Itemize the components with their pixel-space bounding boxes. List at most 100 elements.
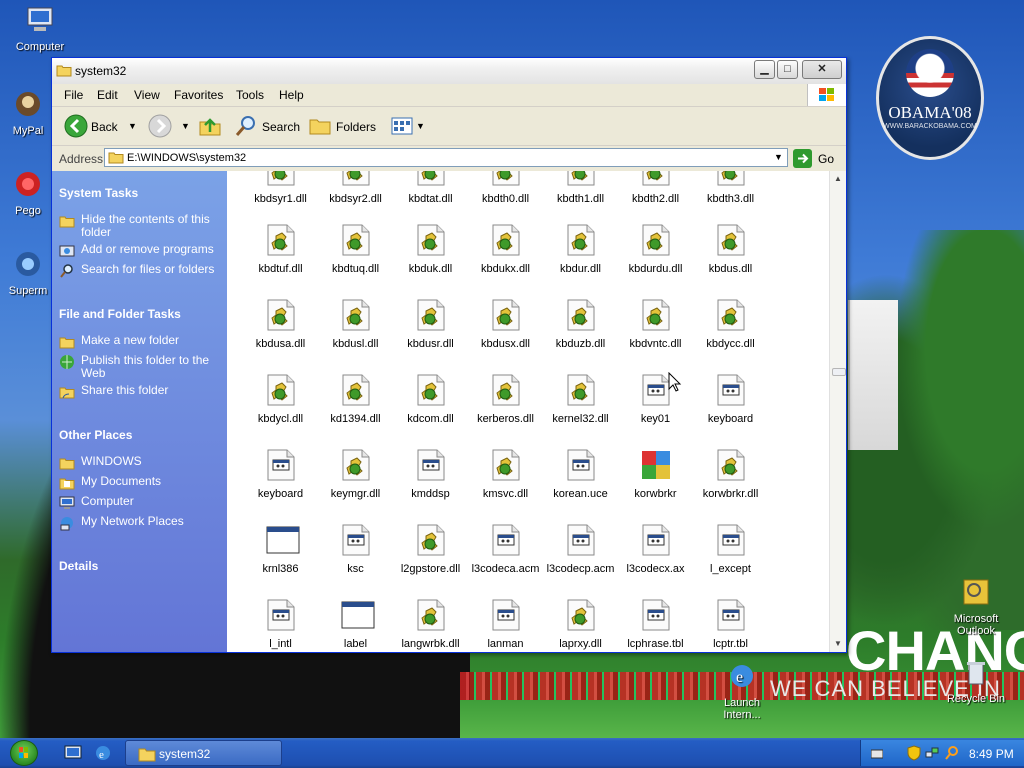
file-item[interactable]: laprxy.dll xyxy=(543,599,618,652)
file-item[interactable]: kmsvc.dll xyxy=(468,449,543,519)
file-item[interactable]: l3codecx.ax xyxy=(618,524,693,594)
scroll-down-icon[interactable]: ▼ xyxy=(830,636,846,652)
back-dropdown-icon[interactable]: ▼ xyxy=(128,121,137,131)
back-button[interactable]: Back ▼ xyxy=(62,113,138,139)
file-item[interactable]: l_except xyxy=(693,524,768,594)
folders-button[interactable]: Folders xyxy=(308,113,378,139)
file-item[interactable]: kbduzb.dll xyxy=(543,299,618,369)
menu-file[interactable]: File xyxy=(64,88,83,102)
details-header[interactable]: Details xyxy=(59,559,98,573)
close-button[interactable]: ✕ xyxy=(802,60,842,79)
show-desktop-icon[interactable] xyxy=(64,744,82,762)
menu-tools[interactable]: Tools xyxy=(236,88,264,102)
security-shield-icon[interactable] xyxy=(907,745,921,761)
share-folder-link[interactable]: Share this folder xyxy=(59,384,224,399)
file-item[interactable]: ksc xyxy=(318,524,393,594)
file-folder-tasks-header[interactable]: File and Folder Tasks xyxy=(59,307,181,321)
file-item[interactable]: korwbrkr xyxy=(618,449,693,519)
file-item[interactable]: korean.uce xyxy=(543,449,618,519)
file-item[interactable]: korwbrkr.dll xyxy=(693,449,768,519)
scroll-thumb[interactable] xyxy=(832,368,846,376)
system-tasks-header[interactable]: System Tasks xyxy=(59,186,138,200)
forward-dropdown-icon[interactable]: ▼ xyxy=(181,121,190,131)
desktop-icon-recycle-bin[interactable]: Recycle Bin xyxy=(940,656,1012,705)
file-item[interactable]: l_intl xyxy=(243,599,318,652)
menu-view[interactable]: View xyxy=(134,88,160,102)
file-item[interactable]: kbdtuq.dll xyxy=(318,224,393,294)
start-button[interactable] xyxy=(10,740,38,766)
file-item[interactable]: kdcom.dll xyxy=(393,374,468,444)
up-folder-button[interactable] xyxy=(198,113,224,139)
desktop-icon-superm[interactable]: Superm xyxy=(0,248,56,297)
menu-favorites[interactable]: Favorites xyxy=(174,88,223,102)
file-item[interactable]: lcphrase.tbl xyxy=(618,599,693,652)
file-item[interactable]: kbdsyr2.dll xyxy=(318,171,393,224)
file-item[interactable]: kbdycl.dll xyxy=(243,374,318,444)
menu-help[interactable]: Help xyxy=(279,88,304,102)
file-item[interactable]: kbdus.dll xyxy=(693,224,768,294)
file-item[interactable]: kbdvntc.dll xyxy=(618,299,693,369)
file-item[interactable]: krnl386 xyxy=(243,524,318,594)
file-item[interactable]: kbdusx.dll xyxy=(468,299,543,369)
address-dropdown-icon[interactable]: ▼ xyxy=(770,149,787,166)
file-item[interactable]: langwrbk.dll xyxy=(393,599,468,652)
file-item[interactable]: kbdusr.dll xyxy=(393,299,468,369)
desktop-icon-outlook[interactable]: Microsoft Outlook xyxy=(940,576,1012,637)
other-place-computer[interactable]: Computer xyxy=(59,495,224,509)
other-place-my-documents[interactable]: My Documents xyxy=(59,475,224,490)
file-item[interactable]: kbdtuf.dll xyxy=(243,224,318,294)
forward-button[interactable]: ▼ xyxy=(148,113,192,139)
desktop-icon-computer[interactable]: Computer xyxy=(4,4,76,53)
file-item[interactable]: lcptr.tbl xyxy=(693,599,768,652)
file-item[interactable]: keymgr.dll xyxy=(318,449,393,519)
views-button[interactable]: ▼ xyxy=(390,113,426,139)
file-item[interactable]: kbdusl.dll xyxy=(318,299,393,369)
other-place-network[interactable]: My Network Places xyxy=(59,515,224,531)
desktop-icon-pego[interactable]: Pego xyxy=(0,168,56,217)
file-item[interactable]: kbdth2.dll xyxy=(618,171,693,224)
file-item[interactable]: lanman xyxy=(468,599,543,652)
desktop-icon-ie[interactable]: e Launch Intern... xyxy=(706,660,778,721)
file-item[interactable]: kbduk.dll xyxy=(393,224,468,294)
make-new-folder-link[interactable]: Make a new folder xyxy=(59,334,224,349)
search-icon[interactable] xyxy=(945,746,959,760)
file-item[interactable]: kbdth1.dll xyxy=(543,171,618,224)
publish-folder-link[interactable]: Publish this folder to the Web xyxy=(59,354,224,380)
file-item[interactable]: kbdycc.dll xyxy=(693,299,768,369)
go-button[interactable]: Go xyxy=(793,149,843,168)
file-item[interactable]: l3codeca.acm xyxy=(468,524,543,594)
file-item[interactable]: kbdtat.dll xyxy=(393,171,468,224)
file-item[interactable]: kbdukx.dll xyxy=(468,224,543,294)
address-input[interactable]: E:\WINDOWS\system32 ▼ xyxy=(104,148,788,167)
file-item[interactable]: kbdur.dll xyxy=(543,224,618,294)
file-list-view[interactable]: kbdsyr1.dll kbdsyr2.dll kbdtat.dll kbdth0.d… xyxy=(227,171,829,652)
file-item[interactable]: kbdurdu.dll xyxy=(618,224,693,294)
file-item[interactable]: kerberos.dll xyxy=(468,374,543,444)
title-bar[interactable]: system32 ▁ □ ✕ xyxy=(52,58,846,85)
hide-contents-link[interactable]: Hide the contents of this folder xyxy=(59,213,224,239)
file-item[interactable]: keyboard xyxy=(243,449,318,519)
keyboard-icon[interactable] xyxy=(871,748,883,760)
taskbar-button-system32[interactable]: system32 xyxy=(125,740,282,766)
scroll-up-icon[interactable]: ▲ xyxy=(830,171,846,187)
file-item[interactable]: kbdusa.dll xyxy=(243,299,318,369)
file-item[interactable]: kbdth0.dll xyxy=(468,171,543,224)
other-places-header[interactable]: Other Places xyxy=(59,428,132,442)
file-item[interactable]: label xyxy=(318,599,393,652)
minimize-button[interactable]: ▁ xyxy=(754,60,775,79)
file-item[interactable]: kd1394.dll xyxy=(318,374,393,444)
file-item[interactable]: kbdth3.dll xyxy=(693,171,768,224)
file-item[interactable]: keyboard xyxy=(693,374,768,444)
menu-edit[interactable]: Edit xyxy=(97,88,118,102)
file-item[interactable]: kmddsp xyxy=(393,449,468,519)
file-item[interactable]: kbdsyr1.dll xyxy=(243,171,318,224)
network-icon[interactable] xyxy=(925,746,939,760)
file-item[interactable]: l3codecp.acm xyxy=(543,524,618,594)
vertical-scrollbar[interactable]: ▲ ▼ xyxy=(829,171,846,652)
internet-explorer-icon[interactable]: e xyxy=(94,744,112,762)
other-place-windows[interactable]: WINDOWS xyxy=(59,455,224,470)
file-item[interactable]: kernel32.dll xyxy=(543,374,618,444)
search-files-link[interactable]: Search for files or folders xyxy=(59,263,224,278)
file-item[interactable]: l2gpstore.dll xyxy=(393,524,468,594)
maximize-button[interactable]: □ xyxy=(777,60,798,79)
